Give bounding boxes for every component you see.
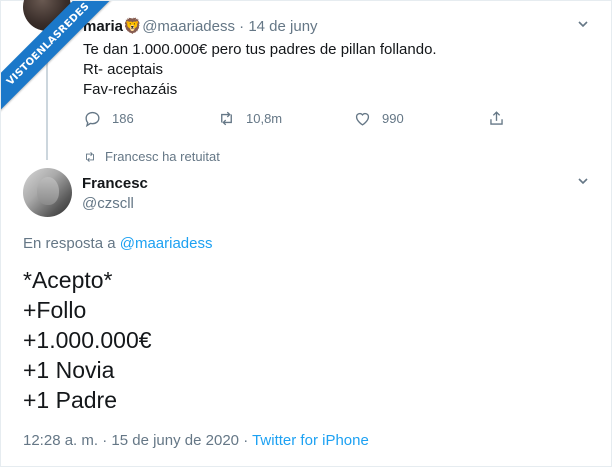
retweet-icon (221, 111, 232, 125)
tweet1-author-handle[interactable]: @maariadess (142, 18, 235, 35)
chevron-down-icon[interactable] (577, 17, 589, 33)
share-icon (490, 110, 503, 125)
chevron-down-icon[interactable] (577, 174, 589, 190)
tweet2-line: +1.000.000€ (23, 327, 152, 353)
retweet-context[interactable]: Francesc ha retuitat (83, 149, 220, 164)
tweet2-line: *Acepto* (23, 267, 113, 293)
tweet2-author-handle[interactable]: @czscll (82, 194, 134, 214)
like-count: 990 (382, 110, 404, 126)
tweet2-metadata: 12:28 a. m. · 15 de juny de 2020 · Twitt… (23, 431, 369, 451)
tweet1-separator: · (239, 18, 245, 35)
tweet2-text: *Acepto* +Follo +1.000.000€ +1 Novia +1 … (23, 265, 152, 415)
reply-context: En resposta a @maariadess (23, 234, 213, 254)
tweet2-time[interactable]: 12:28 a. m. (23, 432, 98, 449)
watermark-band: VISTOENLASREDES (1, 1, 125, 121)
avatar-francesc[interactable] (23, 168, 72, 217)
tweet1-text: Te dan 1.000.000€ pero tus padres de pil… (83, 40, 437, 100)
tweet2-source[interactable]: Twitter for iPhone (252, 432, 369, 449)
tweet2-line: +Follo (23, 297, 87, 323)
watermark-text: VISTOENLASREDES (4, 1, 92, 88)
tweet-card: maria🦁 @maariadess · 14 de juny Te dan 1… (0, 0, 612, 467)
avatar-face (37, 177, 59, 205)
retweet-context-label: Francesc ha retuitat (105, 149, 220, 164)
tweet2-line: +1 Novia (23, 357, 115, 383)
tweet1-line: Rt- aceptais (83, 61, 164, 78)
tweet2-line: +1 Padre (23, 387, 117, 413)
meta-separator: · (102, 432, 108, 449)
reply-handle-link[interactable]: @maariadess (120, 235, 213, 252)
tweet1-date[interactable]: 14 de juny (248, 18, 317, 35)
tweet2-author-name[interactable]: Francesc (82, 174, 148, 194)
watermark-ribbon: VISTOENLASREDES (1, 1, 131, 131)
share-button[interactable] (487, 107, 506, 129)
retweet-count: 10,8m (246, 110, 283, 126)
retweet-button[interactable]: 10,8m (217, 107, 282, 129)
tweet1-line: Te dan 1.000.000€ pero tus padres de pil… (83, 41, 437, 58)
retweet-icon (86, 151, 94, 162)
tweet2-date[interactable]: 15 de juny de 2020 (111, 432, 239, 449)
reply-prefix: En resposta a (23, 235, 120, 252)
heart-icon (355, 112, 370, 126)
like-button[interactable]: 990 (353, 107, 404, 129)
tweet1-line: Fav-rechazáis (83, 81, 178, 98)
meta-separator: · (243, 432, 249, 449)
